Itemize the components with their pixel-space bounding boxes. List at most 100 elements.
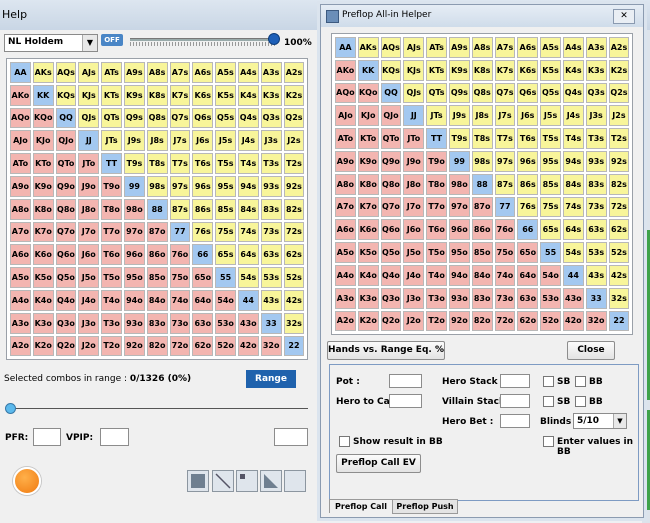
hand-cell[interactable]: A3o: [10, 312, 31, 334]
hand-cell[interactable]: 96o: [123, 244, 145, 266]
hand-cell[interactable]: 75s: [540, 196, 561, 218]
hand-cell[interactable]: 77: [169, 221, 191, 243]
hand-cell[interactable]: 52s: [283, 267, 305, 288]
hand-cell[interactable]: 98s: [471, 150, 493, 172]
hand-cell[interactable]: J4o: [78, 289, 100, 311]
hand-cell[interactable]: 83o: [471, 287, 493, 309]
hand-cell[interactable]: J8o: [78, 198, 100, 220]
hand-cell[interactable]: K5s: [540, 59, 561, 81]
hand-cell[interactable]: KQs: [380, 59, 402, 81]
hand-cell[interactable]: J6o: [78, 244, 100, 266]
hand-cell[interactable]: T3o: [426, 287, 447, 309]
hero-stack-input[interactable]: [500, 374, 530, 388]
hand-cell[interactable]: T4s: [562, 128, 584, 149]
hand-cell[interactable]: J9o: [403, 150, 425, 172]
hand-cell[interactable]: 53o: [215, 312, 236, 334]
hand-cell[interactable]: 33: [260, 312, 282, 334]
hand-cell[interactable]: Q2o: [55, 335, 77, 357]
hand-cell[interactable]: A6s: [517, 37, 539, 58]
hand-cell[interactable]: J8s: [471, 105, 493, 127]
hand-cell[interactable]: 76o: [169, 244, 191, 266]
hand-cell[interactable]: 83o: [146, 312, 168, 334]
hand-cell[interactable]: Q8o: [380, 173, 402, 195]
hand-cell[interactable]: TT: [101, 153, 122, 174]
hand-cell[interactable]: Q9s: [123, 107, 145, 129]
hand-cell[interactable]: K6o: [32, 244, 54, 266]
hand-cell[interactable]: K4s: [237, 84, 259, 106]
hand-cell[interactable]: A2o: [10, 335, 31, 357]
hand-cell[interactable]: 76s: [192, 221, 214, 243]
hand-cell[interactable]: 74o: [494, 264, 516, 286]
hand-cell[interactable]: 42o: [562, 310, 584, 332]
hand-cell[interactable]: 96o: [448, 219, 470, 241]
hand-cell[interactable]: 54s: [562, 242, 584, 263]
preflop-call-ev-button[interactable]: Preflop Call EV: [336, 454, 421, 473]
hand-cell[interactable]: T6o: [426, 219, 447, 241]
hand-cell[interactable]: 87o: [146, 221, 168, 243]
hand-cell[interactable]: 83s: [585, 173, 607, 195]
hand-cell[interactable]: K7s: [494, 59, 516, 81]
hand-cell[interactable]: J2o: [78, 335, 100, 357]
hand-cell[interactable]: 86o: [471, 219, 493, 241]
hand-cell[interactable]: A7o: [10, 221, 31, 243]
hand-cell[interactable]: 65s: [540, 219, 561, 241]
hand-cell[interactable]: 82o: [471, 310, 493, 332]
hand-cell[interactable]: 22: [283, 335, 305, 357]
hand-cell[interactable]: 62o: [192, 335, 214, 357]
hand-cell[interactable]: 53s: [260, 267, 282, 288]
hand-cell[interactable]: J7s: [169, 130, 191, 152]
hand-cell[interactable]: 65s: [215, 244, 236, 266]
range-slider-track[interactable]: [130, 38, 276, 41]
hand-cell[interactable]: Q2s: [608, 82, 630, 104]
hand-cell[interactable]: AKs: [357, 37, 379, 58]
hand-cell[interactable]: 86s: [192, 198, 214, 220]
hand-cell[interactable]: A2s: [283, 62, 305, 83]
hand-cell[interactable]: Q2s: [283, 107, 305, 129]
hand-cell[interactable]: ATs: [101, 62, 122, 83]
hand-cell[interactable]: 62s: [283, 244, 305, 266]
hand-cell[interactable]: T2o: [426, 310, 447, 332]
hand-cell[interactable]: K6s: [192, 84, 214, 106]
hero-to-call-input[interactable]: [389, 394, 422, 408]
hand-cell[interactable]: T2o: [101, 335, 122, 357]
hand-cell[interactable]: 84o: [471, 264, 493, 286]
hand-cell[interactable]: Q6o: [380, 219, 402, 241]
hand-cell[interactable]: QTo: [380, 128, 402, 149]
hand-cell[interactable]: 84s: [237, 198, 259, 220]
hand-cell[interactable]: Q7s: [169, 107, 191, 129]
hand-cell[interactable]: K2s: [283, 84, 305, 106]
hand-cell[interactable]: K7o: [357, 196, 379, 218]
hand-cell[interactable]: J2s: [283, 130, 305, 152]
hand-cell[interactable]: A8s: [146, 62, 168, 83]
hand-cell[interactable]: 82s: [283, 198, 305, 220]
hand-cell[interactable]: 94o: [448, 264, 470, 286]
hand-cell[interactable]: K6s: [517, 59, 539, 81]
hand-cell[interactable]: J9s: [123, 130, 145, 152]
hand-cell[interactable]: Q5o: [380, 242, 402, 263]
hand-cell[interactable]: 32o: [585, 310, 607, 332]
hand-cell[interactable]: 43s: [260, 289, 282, 311]
hand-cell[interactable]: 86o: [146, 244, 168, 266]
hand-cell[interactable]: A5s: [540, 37, 561, 58]
hand-cell[interactable]: AQs: [380, 37, 402, 58]
hand-cell[interactable]: 64s: [237, 244, 259, 266]
hand-cell[interactable]: K5o: [32, 267, 54, 288]
hero-bet-input[interactable]: [500, 414, 530, 428]
hand-cell[interactable]: KK: [32, 84, 54, 106]
hand-cell[interactable]: T4o: [426, 264, 447, 286]
orange-icon[interactable]: [13, 467, 41, 495]
hand-cell[interactable]: Q6s: [192, 107, 214, 129]
hand-cell[interactable]: J6o: [403, 219, 425, 241]
hand-cell[interactable]: 76s: [517, 196, 539, 218]
hand-cell[interactable]: Q3o: [55, 312, 77, 334]
hand-cell[interactable]: T4s: [237, 153, 259, 174]
hand-cell[interactable]: QJo: [380, 105, 402, 127]
hand-cell[interactable]: K8s: [146, 84, 168, 106]
hand-cell[interactable]: T3s: [260, 153, 282, 174]
hand-cell[interactable]: 93o: [123, 312, 145, 334]
hand-cell[interactable]: 52s: [608, 242, 630, 263]
hand-cell[interactable]: 87o: [471, 196, 493, 218]
hand-cell[interactable]: 82s: [608, 173, 630, 195]
hand-cell[interactable]: K9o: [357, 150, 379, 172]
hand-cell[interactable]: J6s: [192, 130, 214, 152]
